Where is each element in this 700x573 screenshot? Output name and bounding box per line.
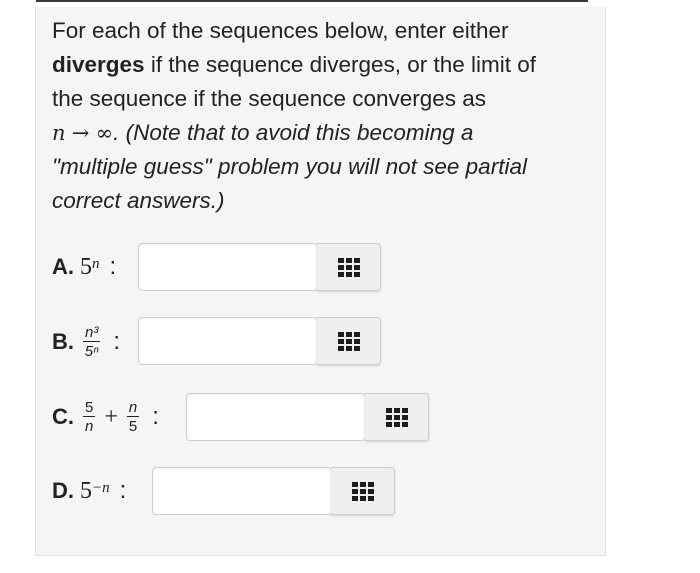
- plus-sign: +: [104, 403, 118, 430]
- answer-d-field[interactable]: [152, 467, 332, 515]
- answer-c-input[interactable]: [187, 394, 365, 440]
- question-d-colon: :: [119, 477, 127, 504]
- equation-editor-grid-icon: [337, 331, 360, 351]
- top-divider: [36, 0, 588, 2]
- question-d-label: D.: [52, 478, 74, 503]
- intro-line-2-rest: if the sequence diverges, or the limit o…: [144, 52, 537, 77]
- question-c-fraction-1: 5 n: [83, 399, 96, 435]
- answer-c-field[interactable]: [186, 393, 366, 441]
- intro-bold-diverges: diverges: [52, 52, 145, 77]
- expr-a-base: 5: [80, 253, 92, 280]
- frac-c1-numerator: 5: [83, 399, 96, 417]
- frac-b-denominator: 5ⁿ: [84, 343, 99, 360]
- math-n: n: [52, 121, 66, 145]
- intro-line-4: n → ∞. (Note that to avoid this becoming…: [52, 116, 582, 150]
- intro-line-5-text: "multiple guess" problem you will not se…: [52, 154, 527, 179]
- answer-c-equation-editor-button[interactable]: [365, 393, 429, 441]
- math-arrow: →: [71, 121, 90, 145]
- question-b: B. n³ 5ⁿ :: [52, 317, 120, 367]
- intro-line-2: diverges if the sequence diverges, or th…: [52, 48, 582, 82]
- frac-c2-denominator: 5: [128, 418, 138, 435]
- math-infinity: ∞: [95, 121, 114, 145]
- intro-line-3: the sequence if the sequence converges a…: [52, 86, 487, 111]
- question-a: A. 5n :: [52, 242, 116, 292]
- answer-a-input[interactable]: [139, 244, 317, 290]
- question-a-colon: :: [109, 253, 117, 280]
- question-b-colon: :: [113, 328, 121, 355]
- frac-c1-denominator: n: [85, 418, 94, 435]
- question-d-expression: 5 −n: [80, 478, 110, 505]
- answer-d-equation-editor-button[interactable]: [331, 467, 395, 515]
- answer-b-input[interactable]: [139, 318, 317, 364]
- equation-editor-grid-icon: [385, 407, 408, 427]
- intro-line-4-rest: . (Note that to avoid this becoming a: [113, 120, 474, 145]
- answer-b-field[interactable]: [138, 317, 318, 365]
- question-a-expression: 5n: [80, 254, 100, 281]
- answer-a-equation-editor-button[interactable]: [317, 243, 381, 291]
- problem-instructions: For each of the sequences below, enter e…: [52, 14, 582, 218]
- intro-line-6-text: correct answers.): [52, 188, 225, 213]
- question-c: C. 5 n + n 5 :: [52, 392, 159, 442]
- question-b-fraction: n³ 5ⁿ: [83, 324, 101, 360]
- expr-d-base: 5: [80, 477, 92, 504]
- equation-editor-grid-icon: [351, 481, 374, 501]
- question-c-label: C.: [52, 404, 74, 429]
- intro-line-6: correct answers.): [52, 184, 582, 218]
- expr-a-exponent: n: [92, 255, 100, 272]
- frac-c2-numerator: n: [126, 399, 140, 417]
- intro-line-1: For each of the sequences below, enter e…: [52, 18, 509, 43]
- question-d: D. 5 −n :: [52, 466, 126, 516]
- equation-editor-grid-icon: [337, 257, 360, 277]
- question-c-colon: :: [152, 403, 159, 430]
- expr-d-exponent: −n: [92, 479, 110, 496]
- question-a-label: A.: [52, 254, 74, 279]
- question-b-label: B.: [52, 329, 74, 354]
- answer-a-field[interactable]: [138, 243, 318, 291]
- frac-b-numerator: n³: [83, 324, 101, 342]
- question-c-fraction-2: n 5: [126, 399, 140, 435]
- intro-line-5: "multiple guess" problem you will not se…: [52, 150, 582, 184]
- answer-d-input[interactable]: [153, 468, 331, 514]
- answer-b-equation-editor-button[interactable]: [317, 317, 381, 365]
